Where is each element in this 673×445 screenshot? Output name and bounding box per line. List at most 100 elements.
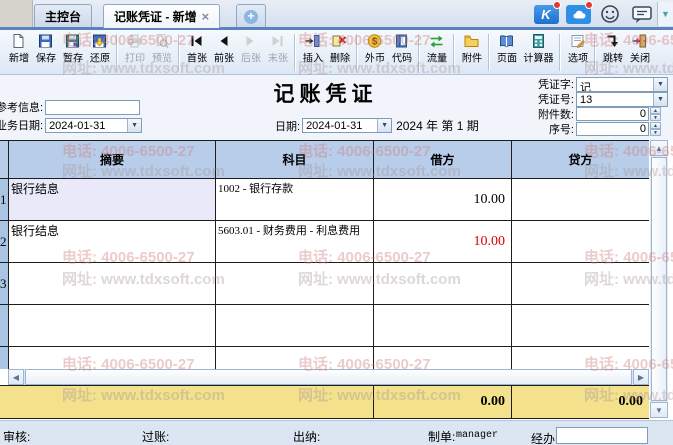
- account-cell[interactable]: [216, 305, 374, 347]
- new-tab-button[interactable]: +: [236, 4, 266, 28]
- smiley-icon[interactable]: [597, 4, 623, 24]
- biz-date-combo[interactable]: 2024-01-31 ▼: [45, 118, 142, 133]
- spin-down-icon[interactable]: ▼: [650, 114, 661, 121]
- spin-up-icon[interactable]: ▲: [650, 122, 661, 129]
- attach-count-stepper[interactable]: 0 ▲▼: [576, 107, 661, 121]
- folder-icon: [463, 33, 480, 49]
- tray-icons: K: [533, 2, 655, 26]
- chevron-down-icon[interactable]: ▼: [657, 2, 673, 26]
- scroll-up-icon[interactable]: ▲: [650, 140, 668, 156]
- totals-row: 0.00 0.00: [0, 385, 649, 419]
- handler-label: 经办:: [531, 430, 558, 445]
- seq-no-stepper[interactable]: 0 ▲▼: [576, 122, 661, 136]
- credit-cell[interactable]: [512, 179, 649, 221]
- temp-save-button[interactable]: 暂存: [59, 31, 86, 74]
- credit-cell[interactable]: [512, 263, 649, 305]
- toolbar-separator: [594, 34, 596, 71]
- prev-record-button[interactable]: 前张: [210, 31, 237, 74]
- entries-grid: 摘要 科目 借方 贷方 1 银行结息 1002 - 银行存款 10.00 2 银…: [0, 140, 649, 418]
- spin-up-icon[interactable]: ▲: [650, 107, 661, 114]
- spin-down-icon[interactable]: ▼: [650, 129, 661, 136]
- summary-cell[interactable]: [9, 347, 216, 369]
- vertical-scrollbar[interactable]: ▲ ▼: [650, 140, 668, 418]
- horizontal-scrollbar[interactable]: ◀ ▶: [8, 369, 649, 385]
- date-combo[interactable]: 2024-01-31 ▼: [302, 118, 392, 133]
- summary-cell[interactable]: 银行结息: [9, 221, 216, 263]
- tab-close-icon[interactable]: ×: [202, 12, 210, 22]
- account-cell[interactable]: 1002 - 银行存款: [216, 179, 374, 221]
- options-button[interactable]: 选项: [564, 31, 591, 74]
- table-row: 3: [0, 263, 649, 305]
- chevron-down-icon[interactable]: ▼: [377, 119, 391, 132]
- toolbar-separator: [418, 34, 420, 71]
- scroll-down-icon[interactable]: ▼: [650, 402, 668, 418]
- hscroll-thumb[interactable]: [25, 369, 632, 385]
- cash-flow-button[interactable]: 流量: [423, 31, 450, 74]
- cloud-icon[interactable]: [565, 4, 591, 24]
- tab-voucher-new[interactable]: 记账凭证 - 新增 ×: [103, 4, 220, 28]
- foreign-currency-button[interactable]: $ 外币: [361, 31, 388, 74]
- save-button[interactable]: 保存: [32, 31, 59, 74]
- account-cell[interactable]: [216, 263, 374, 305]
- jump-arrow-icon: [604, 33, 621, 49]
- seq-no-label: 序号:: [527, 121, 574, 137]
- scroll-right-icon[interactable]: ▶: [633, 369, 649, 385]
- table-row: 1 银行结息 1002 - 银行存款 10.00: [0, 179, 649, 221]
- chevron-down-icon[interactable]: ▼: [653, 93, 667, 106]
- period-text: 2024 年 第 1 期: [396, 117, 479, 134]
- jump-button[interactable]: 跳转: [599, 31, 626, 74]
- credit-cell[interactable]: [512, 305, 649, 347]
- review-label: 审核:: [3, 428, 30, 445]
- scroll-left-icon[interactable]: ◀: [8, 369, 24, 385]
- debit-column-header: 借方: [374, 141, 512, 179]
- calculator-button[interactable]: 计算器: [520, 31, 556, 74]
- summary-cell[interactable]: 银行结息: [9, 179, 216, 221]
- floppy-icon: [37, 33, 54, 49]
- toolbar-separator: [294, 34, 296, 71]
- debit-cell[interactable]: [374, 305, 512, 347]
- delete-row-button[interactable]: 删除: [326, 31, 353, 74]
- main-toolbar: 新增 保存 暂存 还原 打印 预览: [0, 30, 673, 75]
- printer-icon: [126, 33, 143, 49]
- restore-button[interactable]: 还原: [86, 31, 113, 74]
- app-logo-icon[interactable]: K: [533, 4, 559, 24]
- account-cell[interactable]: [216, 347, 374, 369]
- tab-console[interactable]: 主控台: [34, 4, 92, 28]
- credit-cell[interactable]: [512, 347, 649, 369]
- ref-info-input[interactable]: [45, 100, 140, 115]
- page-button[interactable]: 页面: [493, 31, 520, 74]
- insert-row-button[interactable]: 插入: [299, 31, 326, 74]
- credit-cell[interactable]: [512, 221, 649, 263]
- summary-cell[interactable]: [9, 263, 216, 305]
- summary-cell[interactable]: [9, 305, 216, 347]
- new-button[interactable]: 新增: [5, 31, 32, 74]
- chevron-down-icon[interactable]: ▼: [127, 119, 141, 132]
- voucher-no-combo[interactable]: 13 ▼: [576, 92, 668, 107]
- row-number-header: [0, 141, 9, 179]
- first-record-button[interactable]: 首张: [183, 31, 210, 74]
- toolbar-separator: [453, 34, 455, 71]
- chevron-down-icon[interactable]: ▼: [653, 78, 667, 91]
- handler-input[interactable]: [556, 427, 648, 444]
- calculator-icon: [530, 33, 547, 49]
- vscroll-thumb[interactable]: [651, 157, 667, 401]
- date-label: 日期:: [275, 118, 300, 134]
- close-button[interactable]: 关闭: [626, 31, 653, 74]
- debit-cell[interactable]: 10.00: [374, 179, 512, 221]
- tab-bar: 主控台 记账凭证 - 新增 × + K ▼: [0, 0, 673, 28]
- debit-cell[interactable]: [374, 263, 512, 305]
- voucher-header: 记账凭证 参考信息: 业务日期: 2024-01-31 ▼ 日期: 2024-0…: [0, 75, 673, 140]
- print-button: 打印: [121, 31, 148, 74]
- account-cell[interactable]: 5603.01 - 财务费用 - 利息费用: [216, 221, 374, 263]
- ref-info-label: 参考信息:: [0, 99, 43, 115]
- voucher-word-combo[interactable]: 记 ▼: [576, 77, 668, 92]
- totals-merged-cell: [0, 386, 374, 419]
- debit-cell[interactable]: [374, 347, 512, 369]
- code-button[interactable]: 代码: [388, 31, 415, 74]
- post-label: 过账:: [142, 428, 169, 445]
- code-book-icon: [393, 33, 410, 49]
- debit-cell[interactable]: 10.00: [374, 221, 512, 263]
- toolbar-separator: [178, 34, 180, 71]
- attachment-button[interactable]: 附件: [458, 31, 485, 74]
- message-icon[interactable]: [629, 4, 655, 24]
